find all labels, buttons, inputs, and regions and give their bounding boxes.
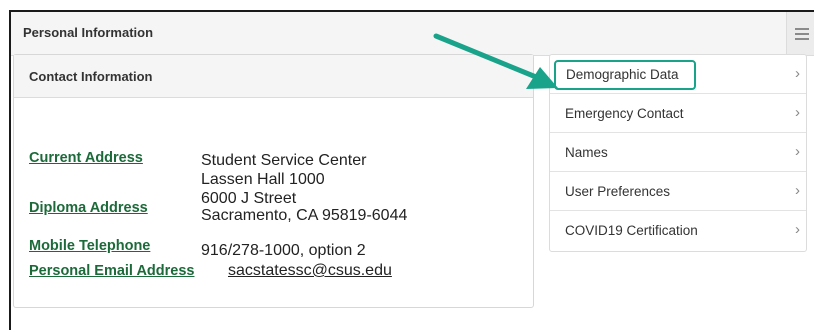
pointer-arrow-icon [433, 33, 558, 89]
